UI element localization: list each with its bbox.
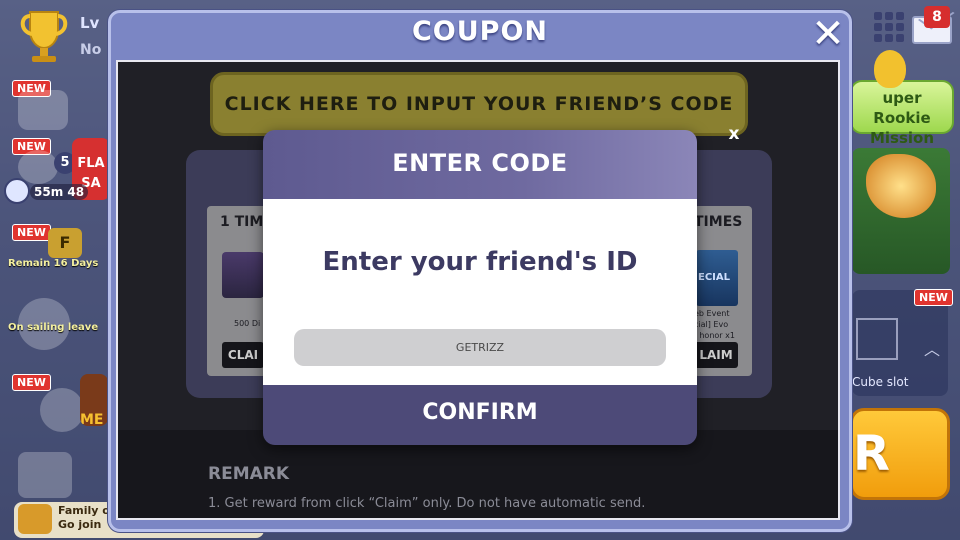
clock-icon: [4, 178, 30, 204]
enter-code-body: Enter your friend's ID: [263, 199, 697, 385]
claim-button[interactable]: LAIM: [694, 342, 738, 368]
claim-button[interactable]: CLAI: [222, 342, 264, 368]
enter-code-close-icon[interactable]: x: [724, 124, 744, 144]
enter-code-title: ENTER CODE: [263, 130, 697, 199]
family-text: Family o Go join: [58, 504, 110, 531]
cube-slot-label: Cube slot: [852, 375, 909, 389]
pineapple-icon: [874, 50, 906, 88]
sailing-leave-label: On sailing leave: [8, 322, 99, 333]
new-tag: NEW: [12, 374, 51, 391]
new-tag: NEW: [914, 289, 953, 306]
remark-line: 1. Get reward from click “Claim” only. D…: [208, 496, 646, 511]
cube-icon: [856, 318, 898, 360]
ship-icon[interactable]: [18, 150, 58, 184]
diamond-chest-icon: [222, 252, 264, 298]
remain-days-label: Remain 16 Days: [8, 258, 99, 269]
reward-item-label: eb Event cial] Evo f honor x1: [694, 309, 735, 340]
confirm-button[interactable]: CONFIRM: [263, 385, 697, 445]
friend-code-button[interactable]: CLICK HERE TO INPUT YOUR FRIEND’S CODE: [210, 72, 748, 136]
world-icon[interactable]: [40, 388, 84, 432]
friend-id-input[interactable]: [294, 329, 666, 366]
chevron-up-icon[interactable]: ︿: [924, 336, 940, 360]
special-item-label: ECIAL: [698, 272, 731, 283]
close-icon[interactable]: ✕: [808, 14, 848, 56]
backpack-icon[interactable]: [18, 90, 68, 130]
main-action-button[interactable]: R: [850, 408, 950, 500]
enter-code-prompt: Enter your friend's ID: [322, 247, 638, 277]
reward-card-title: TIMES: [694, 214, 743, 230]
reward-card-title: 1 TIM: [220, 214, 264, 230]
player-level: Lv: [80, 14, 100, 32]
remark-title: REMARK: [208, 464, 290, 484]
family-emblem-icon: [18, 504, 52, 534]
mail-count-badge: 8: [924, 6, 950, 28]
enter-code-modal: ENTER CODE Enter your friend's ID CONFIR…: [263, 130, 697, 445]
super-rookie-mission-button[interactable]: uper Rookie Mission: [850, 80, 954, 147]
new-tag: NEW: [12, 224, 51, 241]
coupon-title: COUPON: [411, 16, 549, 47]
menu-grid-icon[interactable]: [874, 12, 904, 42]
reward-item-label: 500 Di: [234, 319, 261, 328]
home-icon[interactable]: [18, 452, 72, 498]
player-level-sub: No: [80, 42, 102, 58]
sale-timer: 55m 48: [30, 184, 89, 200]
fame-badge-icon[interactable]: F: [48, 228, 82, 258]
trophy-icon[interactable]: [18, 8, 70, 64]
member-button[interactable]: ME: [80, 374, 108, 426]
